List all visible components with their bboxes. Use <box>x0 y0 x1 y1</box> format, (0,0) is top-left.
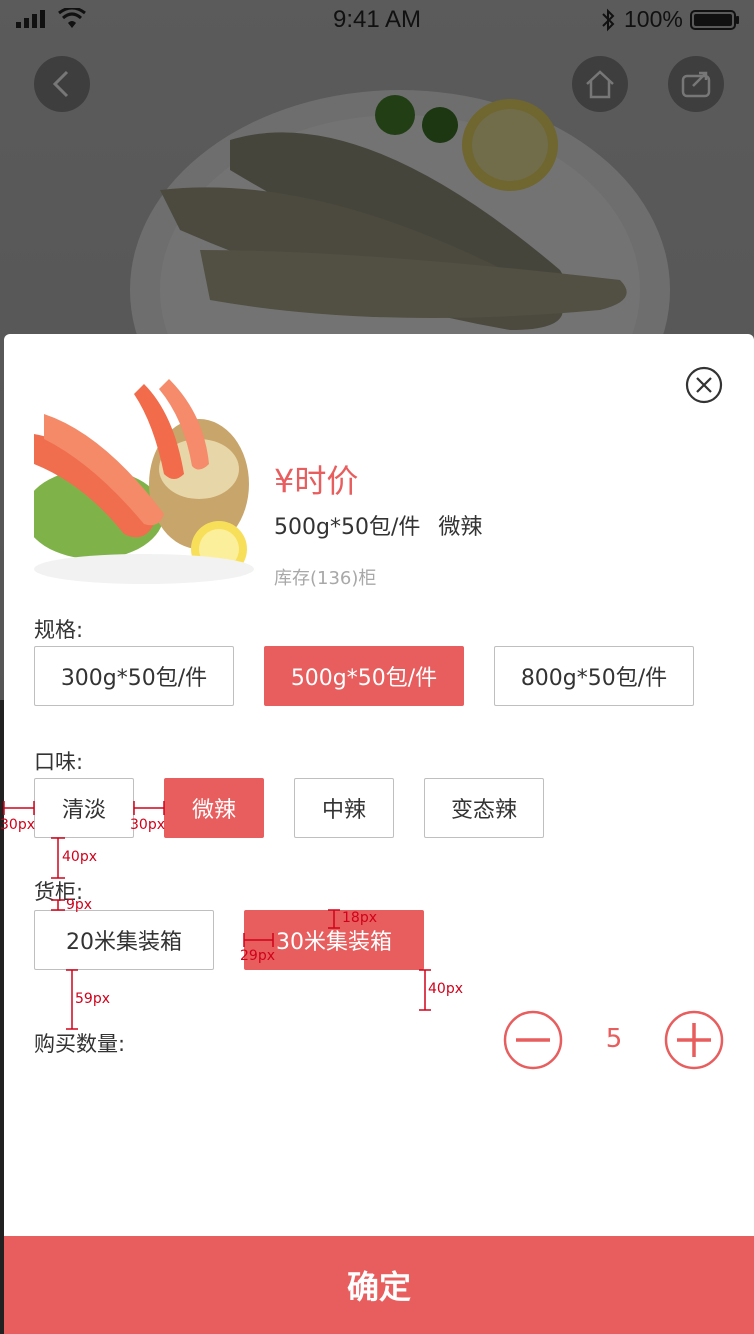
share-icon <box>681 71 711 98</box>
increase-quantity-button[interactable] <box>664 1010 724 1070</box>
quantity-value[interactable]: 5 <box>584 1024 644 1054</box>
close-button[interactable] <box>685 366 723 404</box>
flavor-label: 口味: <box>34 750 84 774</box>
annotation-option-gap: 30px <box>130 817 165 833</box>
bluetooth-icon <box>602 8 615 32</box>
back-icon <box>52 70 69 98</box>
annotation-left-margin: 30px <box>0 817 35 833</box>
battery-percent: 100% <box>624 6 683 32</box>
confirm-button[interactable]: 确定 <box>4 1236 754 1334</box>
sku-selector-sheet: ¥时价 500g*50包/件 微辣 库存(136)柜 规格: 300g*50包/件… <box>4 334 754 1334</box>
annotation-text-left-padding: 29px <box>240 948 275 964</box>
annotation-text-top-padding: 18px <box>342 910 377 926</box>
spec-option-800g[interactable]: 800g*50包/件 <box>494 646 694 706</box>
flavor-option-mild[interactable]: 清淡 <box>34 778 134 838</box>
spec-option-500g[interactable]: 500g*50包/件 <box>264 646 464 706</box>
selected-spec-text: 500g*50包/件 <box>274 515 421 540</box>
flavor-option-medium-spicy[interactable]: 中辣 <box>294 778 394 838</box>
annotation-button-bottom-gap: 40px <box>428 981 463 997</box>
home-icon <box>586 70 614 99</box>
product-price: ¥时价 <box>274 462 359 500</box>
selected-flavor-text: 微辣 <box>438 515 483 540</box>
stock-text: 库存(136)柜 <box>274 568 377 589</box>
share-button[interactable] <box>668 56 724 112</box>
home-button[interactable] <box>572 56 628 112</box>
annotation-row-gap: 40px <box>62 849 97 865</box>
status-bar: 9:41 AM 100% <box>0 0 754 40</box>
back-button[interactable] <box>34 56 90 112</box>
spec-label: 规格: <box>34 618 84 642</box>
flavor-option-extra-spicy[interactable]: 变态辣 <box>424 778 544 838</box>
battery-icon <box>690 10 739 30</box>
cabinet-option-20m[interactable]: 20米集装箱 <box>34 910 214 970</box>
decrease-quantity-button[interactable] <box>503 1010 563 1070</box>
quantity-label: 购买数量: <box>34 1032 126 1056</box>
annotation-quantity-gap: 59px <box>75 991 110 1007</box>
product-thumbnail <box>34 374 254 584</box>
annotation-label-gap: 9px <box>66 897 93 913</box>
spec-option-300g[interactable]: 300g*50包/件 <box>34 646 234 706</box>
flavor-option-slightly-spicy[interactable]: 微辣 <box>164 778 264 838</box>
selected-sku-summary: 500g*50包/件 微辣 <box>274 509 482 541</box>
